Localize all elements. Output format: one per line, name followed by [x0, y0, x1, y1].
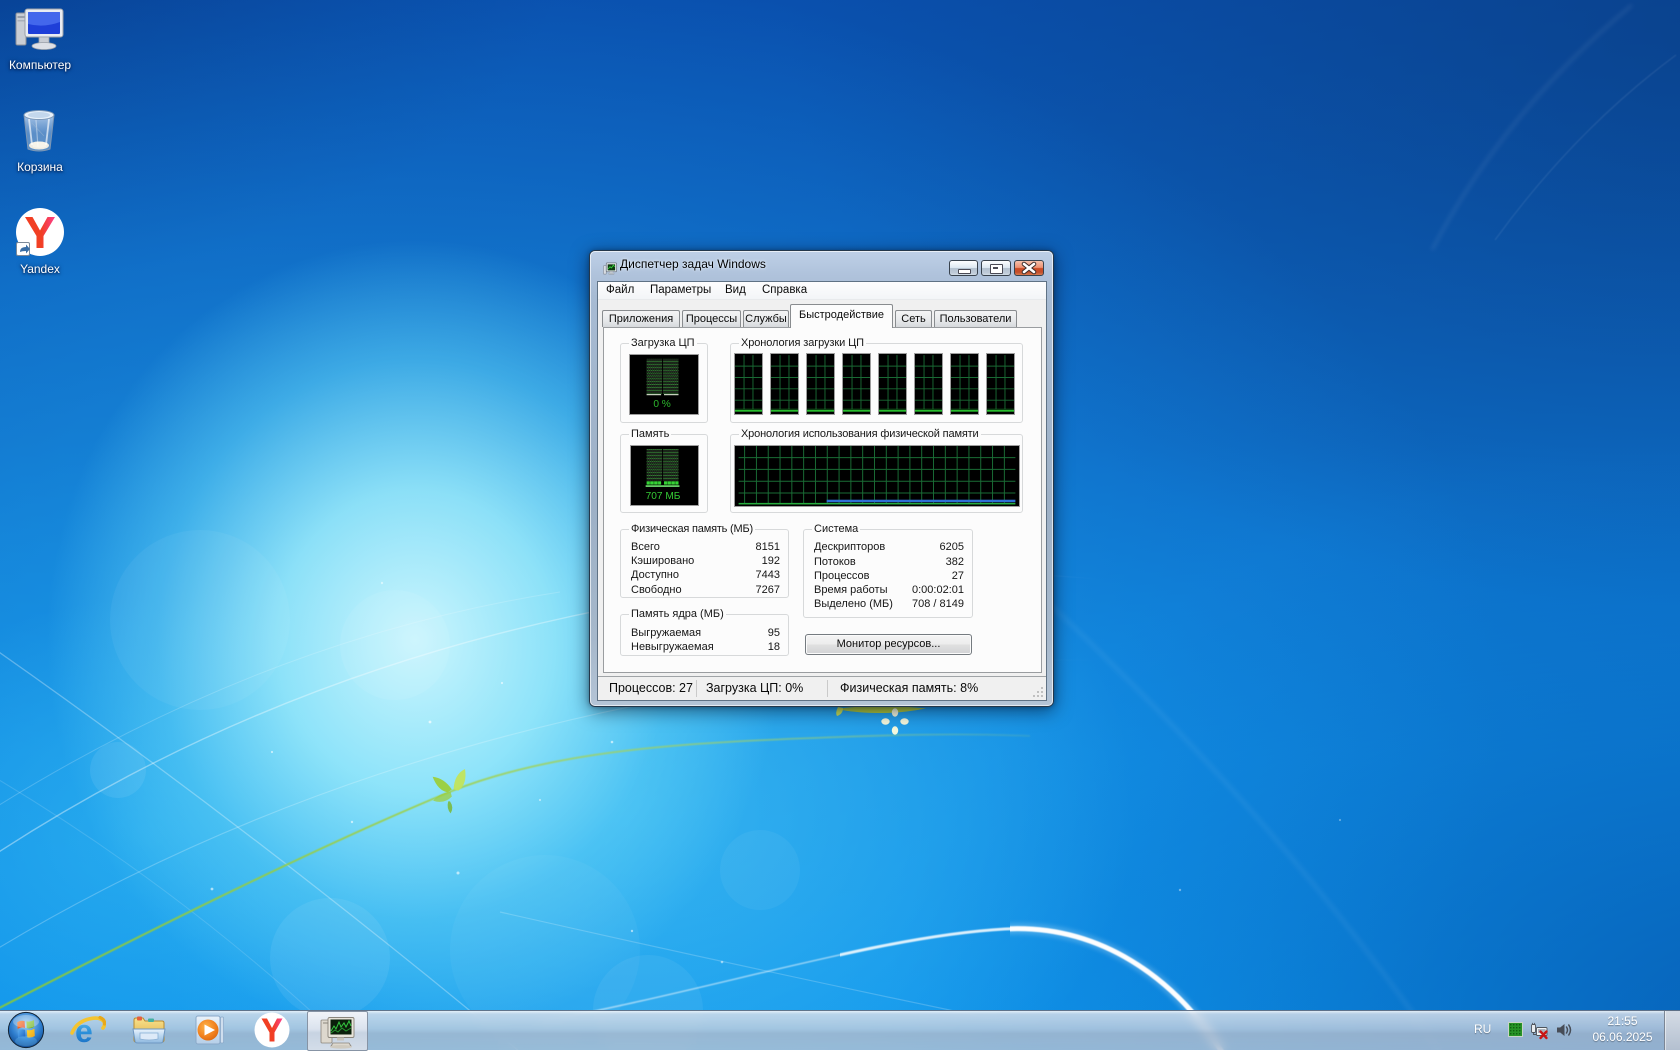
svg-text:0 %: 0 % — [653, 399, 670, 410]
svg-text:707 МБ: 707 МБ — [646, 491, 681, 502]
